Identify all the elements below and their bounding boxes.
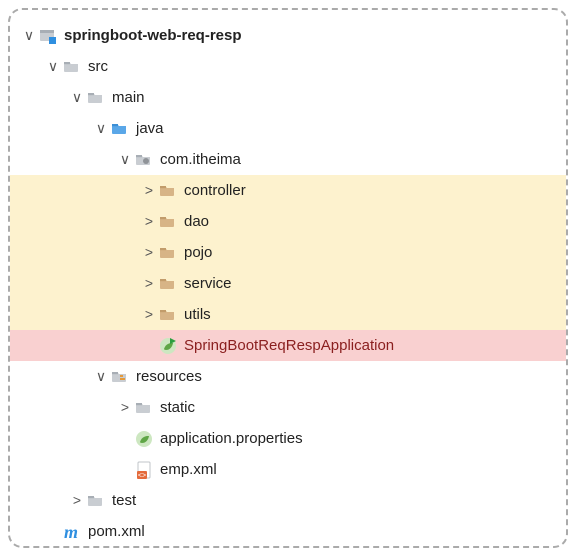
package-icon — [158, 305, 178, 325]
source-folder-icon — [110, 119, 130, 139]
tree-label: com.itheima — [160, 144, 241, 175]
chevron-right-icon[interactable]: ˃ — [140, 206, 158, 237]
tree-row-appprops[interactable]: application.properties — [16, 423, 560, 454]
chevron-right-icon[interactable]: ˃ — [140, 299, 158, 330]
folder-icon — [134, 398, 154, 418]
package-icon — [158, 243, 178, 263]
chevron-down-icon[interactable]: ∨ — [44, 51, 62, 82]
tree-row-empxml[interactable]: emp.xml — [16, 454, 560, 485]
package-icon — [158, 181, 178, 201]
chevron-down-icon[interactable]: ∨ — [92, 361, 110, 392]
tree-row-root[interactable]: ∨ springboot-web-req-resp — [16, 20, 560, 51]
tree-row-pom[interactable]: pom.xml — [16, 516, 560, 547]
tree-label: pom.xml — [88, 516, 145, 547]
package-icon — [158, 274, 178, 294]
tree-label: application.properties — [160, 423, 303, 454]
tree-label: emp.xml — [160, 454, 217, 485]
spring-run-icon — [158, 336, 178, 356]
chevron-right-icon[interactable]: ˃ — [68, 485, 86, 516]
tree-row-utils[interactable]: ˃ utils — [10, 299, 566, 330]
chevron-down-icon[interactable]: ∨ — [116, 144, 134, 175]
resources-folder-icon — [110, 367, 130, 387]
tree-row-main[interactable]: ∨ main — [16, 82, 560, 113]
tree-row-test[interactable]: ˃ test — [16, 485, 560, 516]
tree-label: utils — [184, 299, 211, 330]
tree-row-service[interactable]: ˃ service — [10, 268, 566, 299]
tree-row-dao[interactable]: ˃ dao — [10, 206, 566, 237]
chevron-down-icon[interactable]: ∨ — [92, 113, 110, 144]
chevron-down-icon[interactable]: ∨ — [68, 82, 86, 113]
tree-label: SpringBootReqRespApplication — [184, 330, 394, 361]
project-tree-panel: ∨ springboot-web-req-resp ∨ src ∨ main ∨… — [8, 8, 568, 548]
tree-row-pojo[interactable]: ˃ pojo — [10, 237, 566, 268]
tree-label: controller — [184, 175, 246, 206]
tree-label: resources — [136, 361, 202, 392]
tree-label: src — [88, 51, 108, 82]
tree-row-package[interactable]: ∨ com.itheima — [16, 144, 560, 175]
xml-file-icon — [134, 460, 154, 480]
package-folder-icon — [134, 150, 154, 170]
tree-label: service — [184, 268, 232, 299]
chevron-down-icon[interactable]: ∨ — [20, 20, 38, 51]
tree-label: dao — [184, 206, 209, 237]
package-icon — [158, 212, 178, 232]
tree-label: pojo — [184, 237, 212, 268]
tree-row-resources[interactable]: ∨ resources — [16, 361, 560, 392]
module-icon — [38, 26, 58, 46]
maven-icon — [62, 522, 82, 542]
tree-row-src[interactable]: ∨ src — [16, 51, 560, 82]
tree-row-java[interactable]: ∨ java — [16, 113, 560, 144]
tree-label: test — [112, 485, 136, 516]
folder-icon — [62, 57, 82, 77]
chevron-right-icon[interactable]: ˃ — [116, 392, 134, 423]
chevron-right-icon[interactable]: ˃ — [140, 237, 158, 268]
chevron-right-icon[interactable]: ˃ — [140, 175, 158, 206]
spring-props-icon — [134, 429, 154, 449]
folder-icon — [86, 88, 106, 108]
chevron-right-icon[interactable]: ˃ — [140, 268, 158, 299]
tree-label: springboot-web-req-resp — [64, 20, 242, 51]
tree-label: main — [112, 82, 145, 113]
tree-row-app-class[interactable]: SpringBootReqRespApplication — [10, 330, 566, 361]
tree-row-controller[interactable]: ˃ controller — [10, 175, 566, 206]
tree-label: java — [136, 113, 164, 144]
folder-icon — [86, 491, 106, 511]
tree-label: static — [160, 392, 195, 423]
tree-row-static[interactable]: ˃ static — [16, 392, 560, 423]
